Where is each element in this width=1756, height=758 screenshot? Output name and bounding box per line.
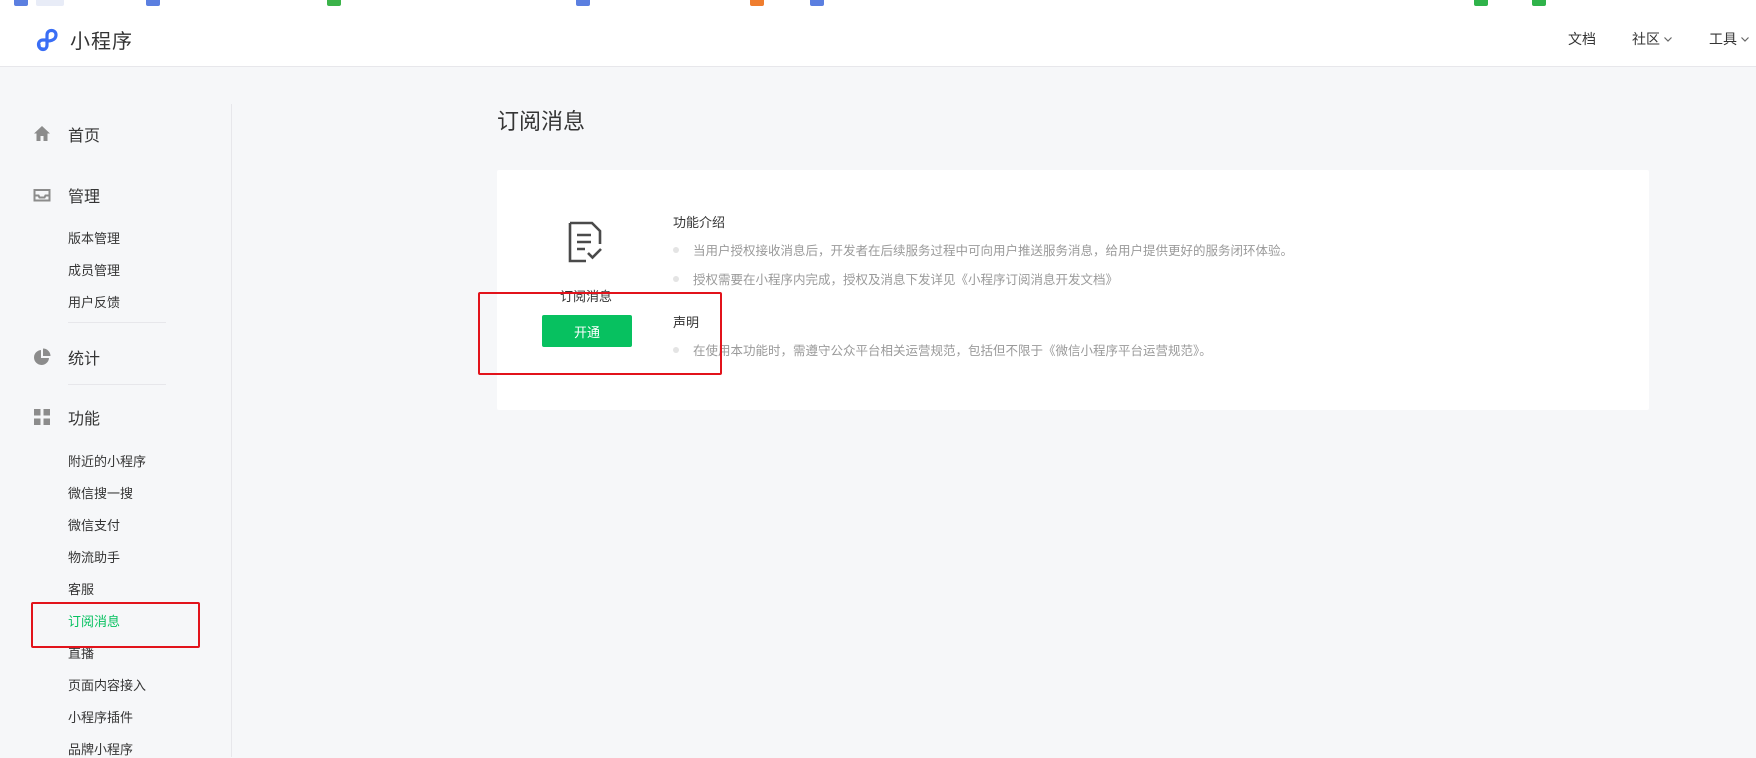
sidebar-subitem-nearby[interactable]: 附近的小程序: [68, 451, 146, 470]
feature-card: 订阅消息 开通 功能介绍 当用户授权接收消息后，开发者在后续服务过程中可向用户推…: [497, 170, 1649, 410]
bookmark-icon[interactable]: [146, 0, 160, 6]
sidebar-subitem-logistics[interactable]: 物流助手: [68, 547, 120, 566]
bookmark-icon[interactable]: [1532, 0, 1546, 6]
sidebar-subitem-brand[interactable]: 品牌小程序: [68, 739, 133, 758]
sidebar-item-stats[interactable]: 统计: [32, 345, 100, 369]
bookmark-icon[interactable]: [750, 0, 764, 6]
intro-item-text: 授权需要在小程序内完成，授权及消息下发详见《小程序订阅消息开发文档》: [693, 272, 1119, 287]
bookmark-icon[interactable]: [1474, 0, 1488, 6]
bookmark-icon[interactable]: [36, 0, 64, 6]
sidebar-item-label: 首页: [68, 126, 101, 145]
chevron-down-icon: [1664, 36, 1672, 42]
inbox-icon: [33, 189, 51, 202]
sidebar-subitem-plugin[interactable]: 小程序插件: [68, 707, 133, 726]
sidebar-divider: [68, 322, 166, 323]
intro-item-text: 当用户授权接收消息后，开发者在后续服务过程中可向用户推送服务消息，给用户提供更好…: [693, 243, 1294, 258]
sidebar-subitem-version[interactable]: 版本管理: [68, 228, 120, 247]
sidebar: 首页 管理 版本管理 成员管理 用户反馈 统计 功能 附近的小程序 微信搜一搜 …: [0, 104, 232, 758]
sidebar-subitem-feedback[interactable]: 用户反馈: [68, 292, 120, 311]
sidebar-item-label: 功能: [68, 409, 101, 428]
nav-community[interactable]: 社区: [1632, 29, 1673, 49]
statement-item: 在使用本功能时，需遵守公众平台相关运营规范，包括但不限于《微信小程序平台运营规范…: [673, 340, 1212, 359]
nav-docs-label: 文档: [1568, 31, 1596, 48]
brand-name: 小程序: [70, 29, 133, 53]
nav-tools[interactable]: 工具: [1709, 29, 1750, 49]
statement-item-text: 在使用本功能时，需遵守公众平台相关运营规范，包括但不限于《微信小程序平台运营规范…: [693, 343, 1212, 358]
home-icon: [34, 126, 50, 141]
sidebar-subitem-service[interactable]: 客服: [68, 579, 94, 598]
document-check-icon: [568, 221, 602, 263]
feature-name: 订阅消息: [559, 290, 612, 305]
sidebar-subitem-content[interactable]: 页面内容接入: [68, 675, 146, 694]
chevron-down-icon: [1741, 36, 1749, 42]
statement-title: 声明: [673, 316, 700, 331]
page-title: 订阅消息: [497, 110, 586, 135]
intro-item: 当用户授权接收消息后，开发者在后续服务过程中可向用户推送服务消息，给用户提供更好…: [673, 240, 1293, 259]
bookmark-icon[interactable]: [576, 0, 590, 6]
sidebar-subitem-pay[interactable]: 微信支付: [68, 515, 120, 534]
intro-title: 功能介绍: [673, 216, 726, 231]
bullet-dot: [673, 346, 679, 353]
nav-community-label: 社区: [1632, 31, 1660, 48]
sidebar-subitem-search[interactable]: 微信搜一搜: [68, 483, 133, 502]
miniprogram-logo-icon: [36, 28, 58, 51]
top-nav-links: 文档 社区 工具: [1532, 10, 1750, 67]
pie-chart-icon: [34, 348, 51, 365]
sidebar-subitem-live[interactable]: 直播: [68, 643, 94, 662]
bookmark-icon[interactable]: [810, 0, 824, 6]
sidebar-item-features[interactable]: 功能: [32, 405, 100, 429]
bullet-dot: [673, 246, 679, 253]
nav-docs[interactable]: 文档: [1568, 29, 1596, 49]
sidebar-item-label: 统计: [68, 349, 101, 368]
bookmark-icon[interactable]: [327, 0, 341, 6]
sidebar-divider: [68, 384, 166, 385]
sidebar-subitem-members[interactable]: 成员管理: [68, 260, 120, 279]
brand-logo[interactable]: 小程序: [34, 25, 133, 54]
top-navigation-bar: 小程序 文档 社区 工具: [0, 10, 1756, 67]
grid-icon: [34, 409, 50, 425]
open-button[interactable]: 开通: [542, 315, 632, 347]
bookmark-icon[interactable]: [14, 0, 28, 6]
sidebar-item-manage[interactable]: 管理: [32, 183, 100, 207]
sidebar-item-label: 管理: [68, 187, 101, 206]
intro-item: 授权需要在小程序内完成，授权及消息下发详见《小程序订阅消息开发文档》: [673, 269, 1118, 288]
nav-tools-label: 工具: [1709, 31, 1737, 48]
bullet-dot: [673, 275, 679, 282]
sidebar-subitem-subscribe[interactable]: 订阅消息: [68, 611, 120, 630]
bookmarks-bar: [0, 0, 1756, 10]
sidebar-item-home[interactable]: 首页: [32, 122, 100, 146]
